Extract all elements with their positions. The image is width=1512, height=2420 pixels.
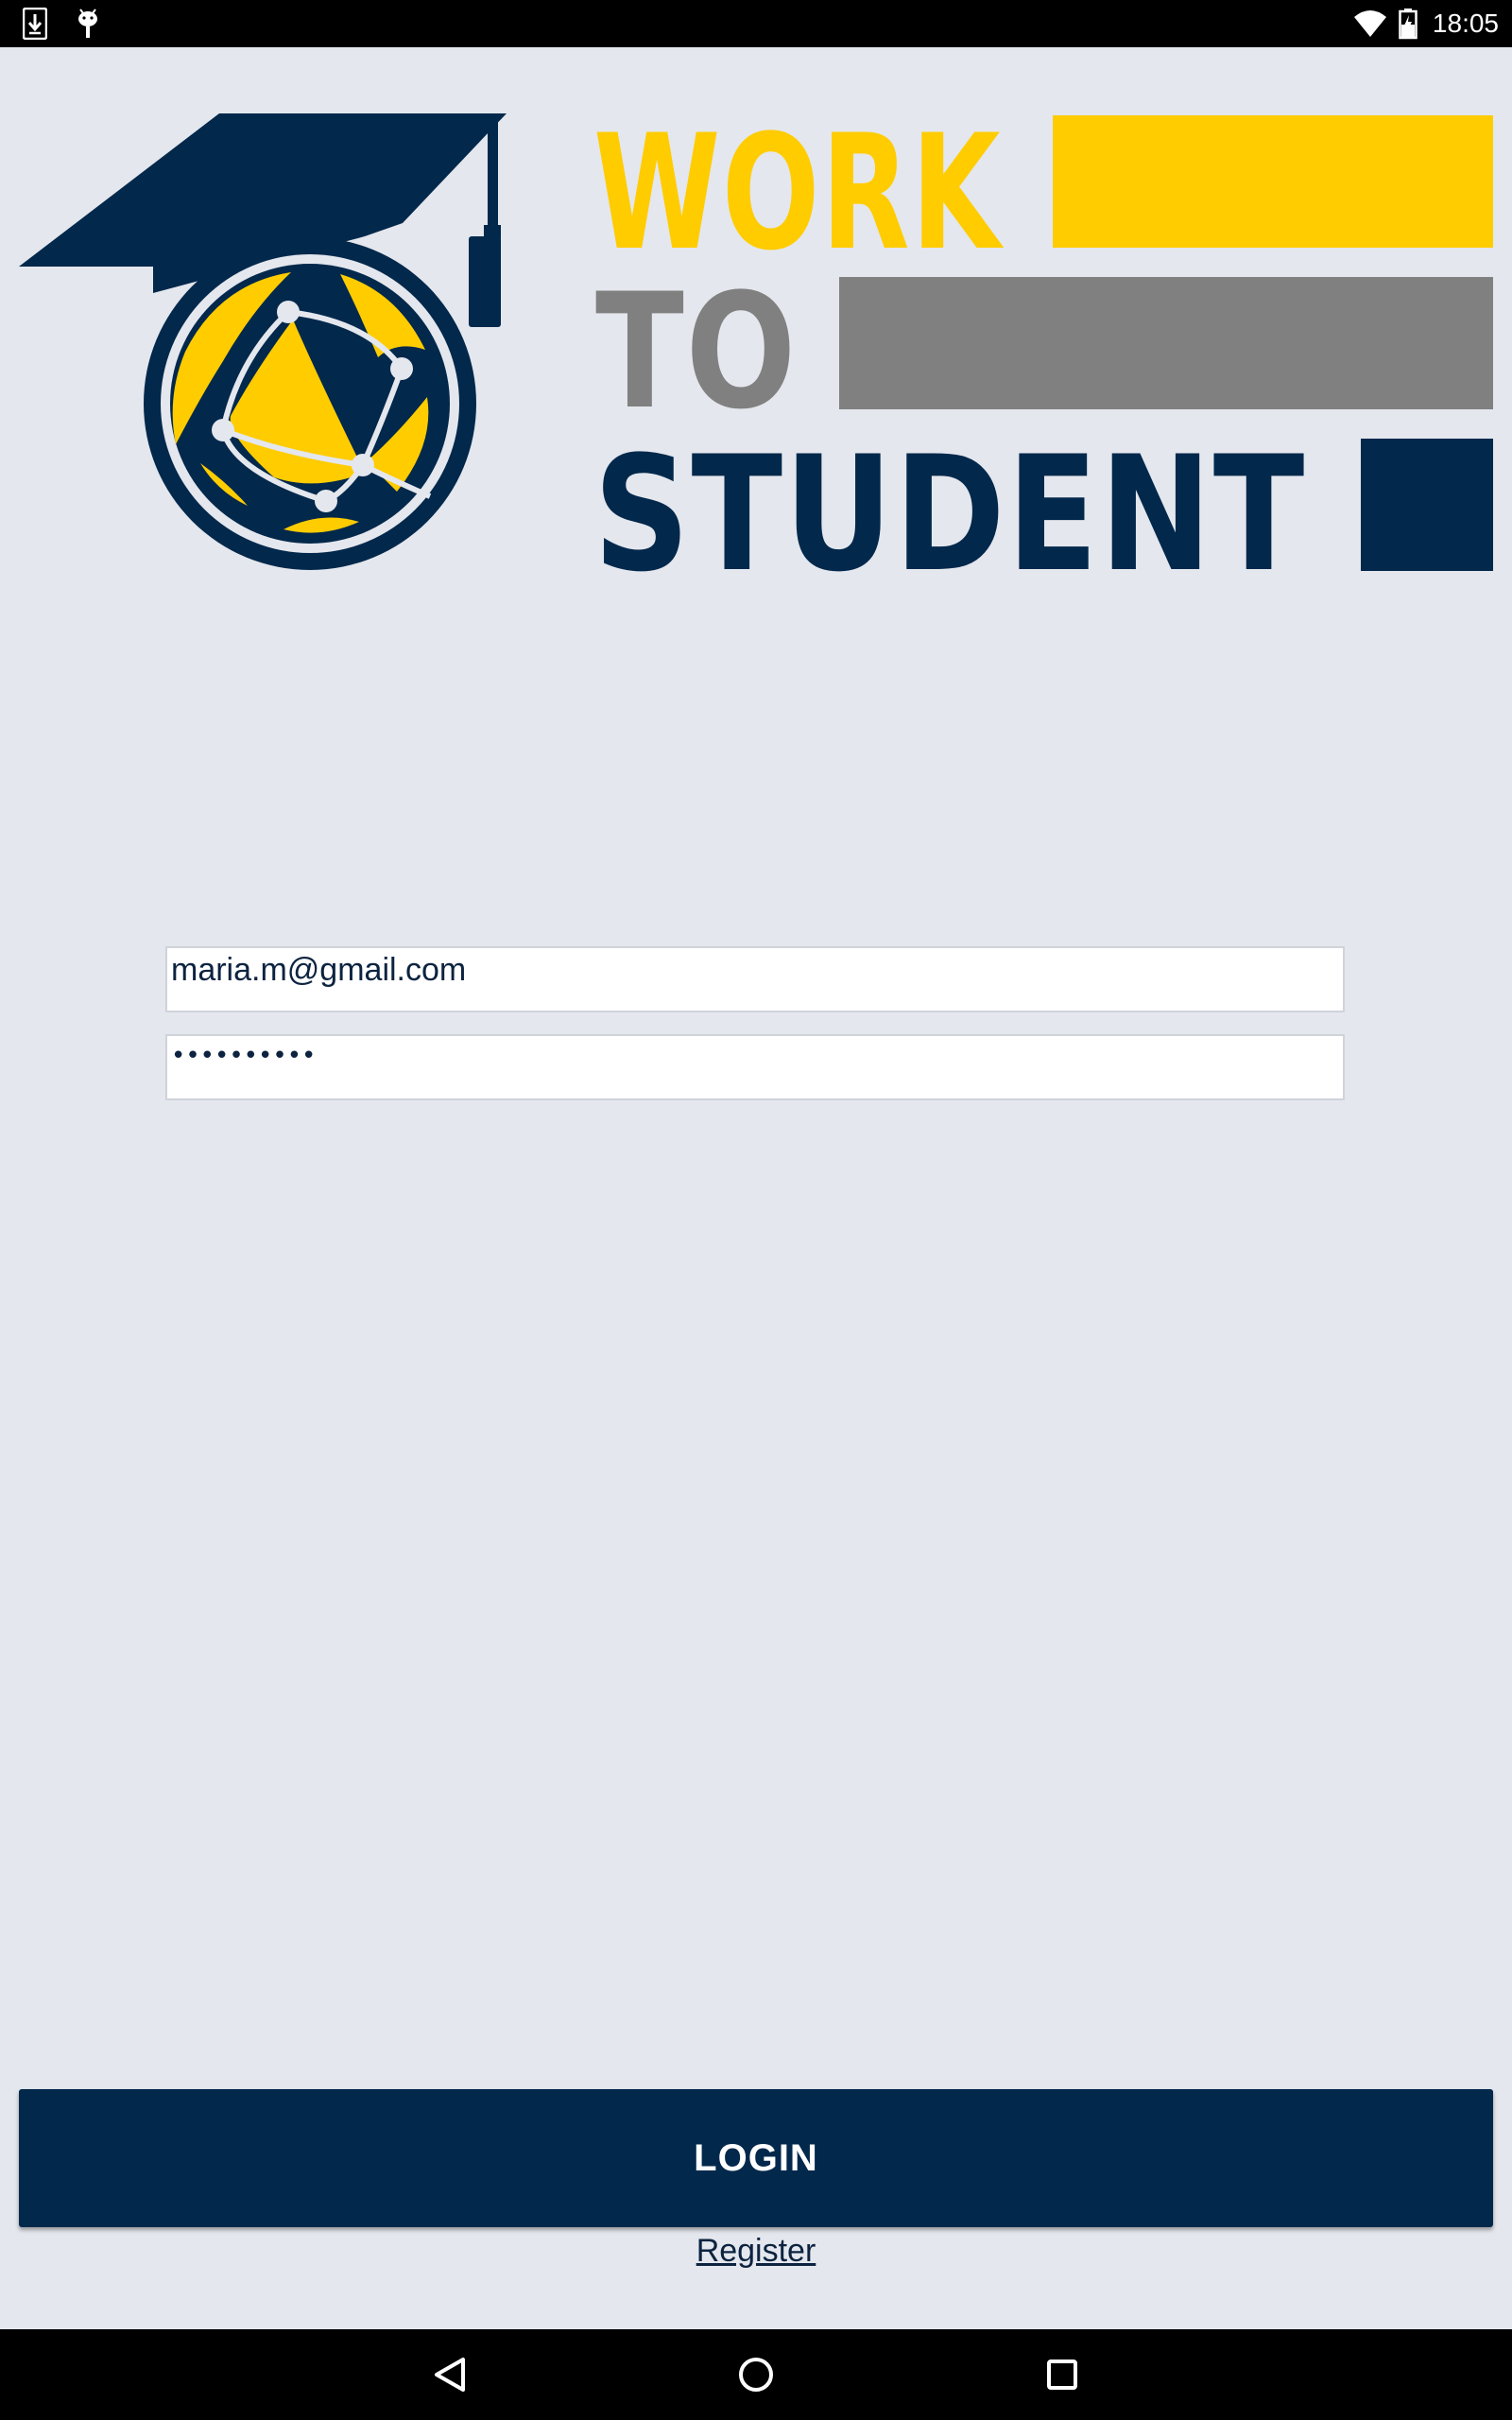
globe-icon (144, 237, 476, 570)
android-debug-icon (78, 9, 97, 38)
back-icon[interactable] (423, 2348, 476, 2401)
status-time: 18:05 (1432, 9, 1499, 38)
logo-bar-yellow (1053, 115, 1493, 248)
status-bar: 18:05 (0, 0, 1512, 47)
navigation-bar (0, 2329, 1512, 2420)
recents-icon[interactable] (1036, 2348, 1089, 2401)
logo-word-student: STUDENT (593, 422, 1306, 575)
login-button-label: LOGIN (694, 2136, 818, 2179)
register-link[interactable]: Register (0, 2233, 1512, 2270)
register-link-label: Register (696, 2233, 816, 2269)
work-to-student-logo: WORK TO STUDENT (19, 110, 1493, 575)
download-icon (23, 8, 47, 40)
email-field[interactable]: maria.m@gmail.com (165, 946, 1345, 1012)
password-value: •••••••••• (171, 1042, 317, 1070)
home-icon[interactable] (730, 2348, 782, 2401)
logo-bar-navy (1361, 439, 1493, 571)
login-button[interactable]: LOGIN (19, 2089, 1493, 2227)
password-field[interactable]: •••••••••• (165, 1034, 1345, 1100)
system-icons: 18:05 (1353, 0, 1499, 47)
logo-bar-gray (839, 277, 1493, 409)
battery-charging-icon (1399, 9, 1418, 40)
notification-icons (23, 6, 100, 42)
wifi-icon (1353, 10, 1386, 37)
logo-word-to: TO (595, 259, 798, 444)
email-value: maria.m@gmail.com (171, 952, 467, 988)
